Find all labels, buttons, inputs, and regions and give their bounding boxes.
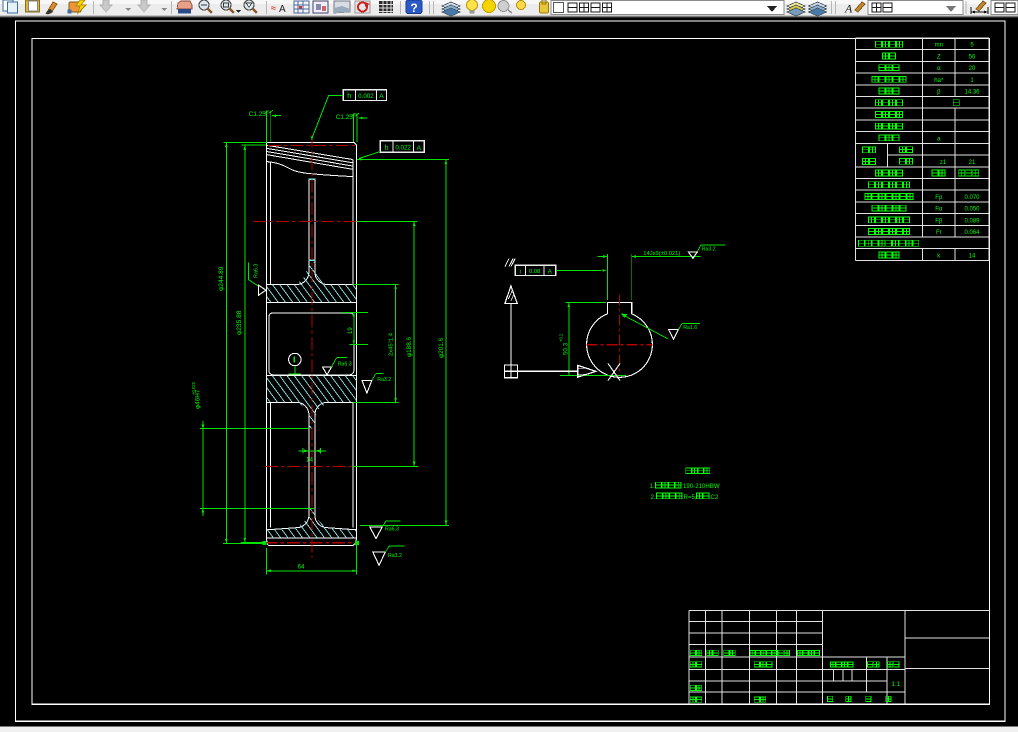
svg-text:0.089: 0.089: [964, 218, 980, 224]
svg-text:β: β: [937, 90, 941, 96]
svg-text:≈: ≈: [271, 3, 276, 13]
svg-text:Ra6.3: Ra6.3: [385, 527, 399, 533]
svg-text:64: 64: [298, 563, 305, 570]
svg-text:+0.025: +0.025: [191, 381, 196, 395]
svg-text:2.: 2.: [651, 494, 656, 501]
svg-text:A: A: [844, 2, 853, 16]
svg-text:2x45°1.4: 2x45°1.4: [389, 332, 395, 356]
svg-text:14: 14: [306, 457, 314, 464]
svg-text:φ201.6: φ201.6: [438, 337, 445, 358]
svg-text:Ra6.3: Ra6.3: [253, 264, 259, 278]
svg-text:1:1: 1:1: [892, 681, 901, 688]
svg-text:ha*: ha*: [934, 78, 944, 84]
svg-text:Fβ: Fβ: [935, 218, 943, 224]
svg-text:C2: C2: [711, 494, 719, 501]
svg-text:50.3: 50.3: [562, 342, 569, 355]
svg-text:14.36: 14.36: [964, 90, 980, 96]
svg-text:0.064: 0.064: [964, 230, 980, 236]
svg-text:α: α: [937, 66, 941, 72]
svg-text:A: A: [279, 4, 286, 15]
svg-text:φ188.6: φ188.6: [406, 336, 413, 357]
svg-text:Ra3.2: Ra3.2: [388, 553, 402, 559]
svg-text:C1.25: C1.25: [336, 114, 353, 121]
svg-text:Ra6.3: Ra6.3: [338, 361, 352, 367]
svg-text:A: A: [548, 269, 552, 275]
svg-text:14Js9(±0.021): 14Js9(±0.021): [643, 251, 680, 257]
svg-text:φ235.88: φ235.88: [236, 310, 243, 335]
svg-text:R=5,: R=5,: [684, 494, 697, 501]
svg-text:Ra3.2: Ra3.2: [377, 377, 391, 383]
svg-text:C1.25: C1.25: [249, 111, 266, 118]
svg-text:0.022: 0.022: [395, 145, 411, 152]
svg-text:h: h: [347, 93, 351, 100]
svg-text:0.070: 0.070: [964, 195, 980, 201]
svg-text:?: ?: [410, 1, 417, 15]
svg-text:Ra3.2: Ra3.2: [702, 247, 716, 253]
svg-text:0.08: 0.08: [529, 269, 540, 275]
svg-text:z1: z1: [940, 160, 947, 166]
svg-text:h: h: [385, 145, 389, 152]
svg-text:Ra1.6: Ra1.6: [683, 325, 697, 331]
svg-text:A: A: [417, 145, 422, 152]
svg-text:20: 20: [969, 66, 976, 72]
svg-text:21: 21: [969, 160, 976, 166]
svg-text:φ244.89: φ244.89: [218, 266, 225, 291]
svg-text:Fr: Fr: [936, 230, 942, 236]
svg-text:+0.2: +0.2: [559, 333, 564, 342]
svg-text:A: A: [379, 93, 384, 100]
svg-text:0.050: 0.050: [964, 207, 980, 213]
svg-text:56: 56: [969, 54, 976, 60]
svg-text:Fα: Fα: [935, 207, 943, 213]
svg-text:Fp: Fp: [935, 195, 943, 201]
svg-text:190-210HBW: 190-210HBW: [683, 483, 720, 490]
svg-text:Z: Z: [937, 54, 941, 60]
svg-text:1.: 1.: [650, 483, 655, 490]
svg-text:14: 14: [969, 253, 976, 259]
svg-text:19: 19: [348, 327, 354, 334]
svg-text:mn: mn: [935, 43, 943, 49]
svg-text:0.002: 0.002: [358, 93, 374, 100]
